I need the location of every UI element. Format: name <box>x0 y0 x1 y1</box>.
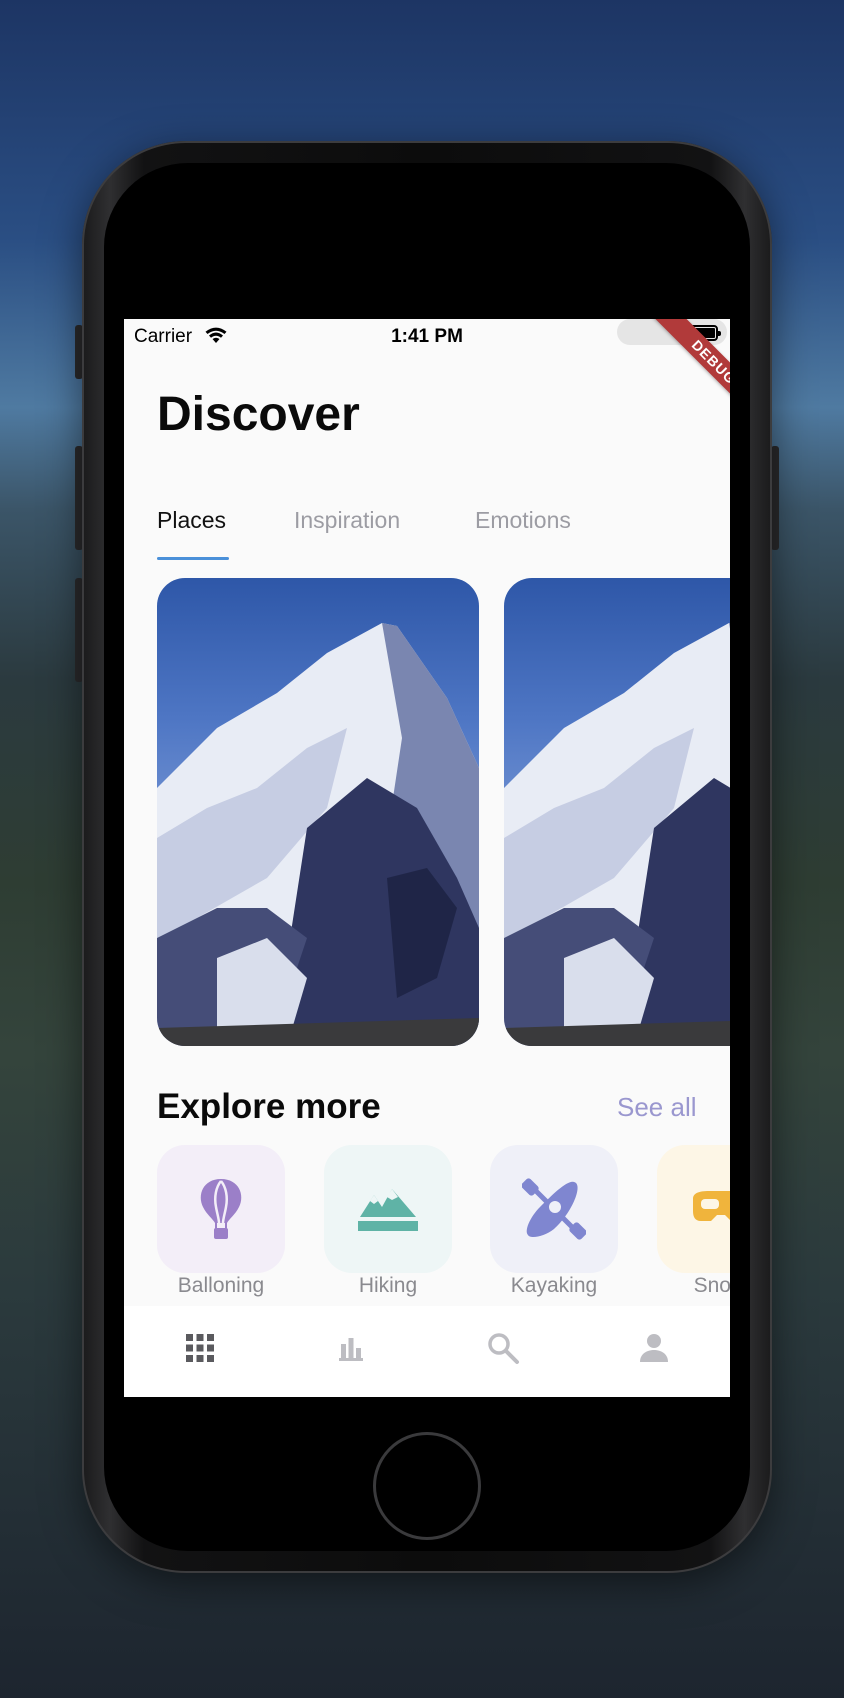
search-icon[interactable] <box>485 1330 521 1366</box>
kayak-icon <box>522 1178 586 1240</box>
activity-label: Kayaking <box>510 1274 598 1297</box>
place-card[interactable] <box>504 578 730 1046</box>
snorkel-mask-icon <box>693 1191 730 1221</box>
tab-inspiration[interactable]: Inspiration <box>294 507 400 534</box>
activity-tile-snorkeling[interactable] <box>657 1145 730 1273</box>
place-card[interactable] <box>157 578 479 1046</box>
page-title: Discover <box>157 388 360 441</box>
tab-places[interactable]: Places <box>157 507 226 534</box>
stats-icon[interactable] <box>333 1330 369 1366</box>
profile-icon[interactable] <box>636 1330 672 1366</box>
mountains-icon <box>358 1189 418 1231</box>
activity-tile-hiking[interactable] <box>324 1145 452 1273</box>
activity-label: Hiking <box>358 1274 418 1297</box>
activity-tile-kayaking[interactable] <box>490 1145 618 1273</box>
hot-air-balloon-icon <box>200 1179 242 1239</box>
mountain-peak-photo <box>504 623 730 1046</box>
status-bar: Carrier 1:41 PM <box>124 319 730 353</box>
tab-indicator <box>157 557 229 560</box>
app-screen: Carrier 1:41 PM DEBUG Discover Places In… <box>124 319 730 1397</box>
see-all-link[interactable]: See all <box>617 1092 697 1123</box>
activity-label: Balloning <box>177 1274 265 1297</box>
power-button <box>771 446 779 550</box>
mountain-peak-photo <box>157 623 479 1046</box>
home-button[interactable] <box>373 1432 481 1540</box>
activity-tile-balloning[interactable] <box>157 1145 285 1273</box>
section-title: Explore more <box>157 1087 381 1126</box>
bottom-tab-bar <box>124 1306 730 1397</box>
activity-label: Snork <box>693 1274 730 1297</box>
tab-emotions[interactable]: Emotions <box>475 507 571 534</box>
grid-icon[interactable] <box>182 1330 218 1366</box>
